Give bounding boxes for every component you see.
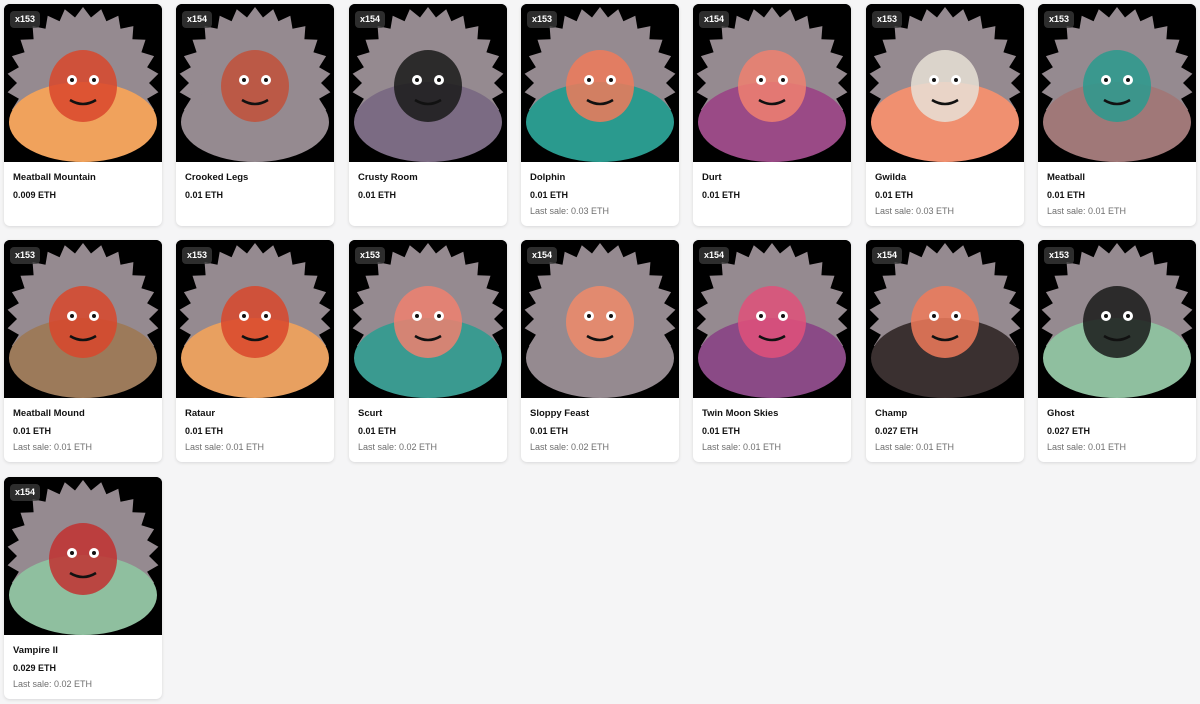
item-name: Champ	[875, 408, 908, 419]
last-sale: Last sale: 0.02 ETH	[358, 442, 438, 452]
item-name: Vampire II	[13, 645, 58, 656]
nft-card[interactable]: x153 Rataur 0.01 ETH Last sale: 0.01 ETH	[176, 240, 334, 462]
edition-count-badge: x153	[527, 11, 558, 28]
item-price: 0.027 ETH	[1047, 426, 1091, 436]
item-name: Scurt	[358, 408, 383, 419]
edition-count-badge: x154	[10, 484, 41, 501]
item-name: Rataur	[185, 408, 216, 419]
item-price: 0.009 ETH	[13, 190, 57, 200]
item-name: Twin Moon Skies	[702, 408, 779, 419]
item-price: 0.01 ETH	[358, 190, 397, 200]
item-price: 0.01 ETH	[358, 426, 397, 436]
nft-card[interactable]: x154 Sloppy Feast 0.01 ETH Last sale: 0.02 …	[521, 240, 679, 462]
edition-count-badge: x154	[182, 11, 213, 28]
edition-count-badge: x153	[355, 247, 386, 264]
edition-count-badge: x154	[699, 11, 730, 28]
edition-count-badge: x153	[10, 11, 41, 28]
item-name: Durt	[702, 172, 722, 183]
last-sale: Last sale: 0.01 ETH	[13, 442, 93, 452]
nft-card[interactable]: x154 Durt 0.01 ETH	[693, 4, 851, 226]
last-sale: Last sale: 0.03 ETH	[530, 206, 610, 216]
nft-card[interactable]: x153 Meatball Mound 0.01 ETH Last sale: 0.0…	[4, 240, 162, 462]
last-sale: Last sale: 0.01 ETH	[702, 442, 782, 452]
item-price: 0.029 ETH	[13, 663, 57, 673]
edition-count-badge: x153	[10, 247, 41, 264]
nft-card[interactable]: x154 Crooked Legs 0.01 ETH	[176, 4, 334, 226]
item-name: Crooked Legs	[185, 172, 249, 183]
collection-grid: x153 Meatball Mountain 0.009 ETH x154 Crooke…	[0, 0, 1200, 704]
item-price: 0.027 ETH	[875, 426, 919, 436]
last-sale: Last sale: 0.02 ETH	[530, 442, 610, 452]
nft-card[interactable]: x153 Scurt 0.01 ETH Last sale: 0.02 ETH	[349, 240, 507, 462]
nft-card[interactable]: x154 Vampire II 0.029 ETH Last sale: 0.02 E…	[4, 477, 162, 699]
last-sale: Last sale: 0.01 ETH	[1047, 442, 1127, 452]
last-sale: Last sale: 0.01 ETH	[185, 442, 265, 452]
edition-count-badge: x153	[1044, 11, 1075, 28]
item-name: Meatball	[1047, 172, 1086, 183]
nft-card[interactable]: x153 Dolphin 0.01 ETH Last sale: 0.03 ETH	[521, 4, 679, 226]
item-price: 0.01 ETH	[185, 426, 224, 436]
item-price: 0.01 ETH	[702, 426, 741, 436]
item-name: Meatball Mound	[13, 408, 85, 419]
last-sale: Last sale: 0.01 ETH	[1047, 206, 1127, 216]
nft-card[interactable]: x154 Twin Moon Skies 0.01 ETH Last sale: 0.…	[693, 240, 851, 462]
edition-count-badge: x153	[872, 11, 903, 28]
nft-card[interactable]: x154 Champ 0.027 ETH Last sale: 0.01 ETH	[866, 240, 1024, 462]
nft-card[interactable]: x153 Meatball 0.01 ETH Last sale: 0.01 ETH	[1038, 4, 1196, 226]
item-name: Meatball Mountain	[13, 172, 96, 183]
last-sale: Last sale: 0.02 ETH	[13, 679, 93, 689]
last-sale: Last sale: 0.03 ETH	[875, 206, 955, 216]
item-name: Sloppy Feast	[530, 408, 590, 419]
item-name: Ghost	[1047, 408, 1075, 419]
item-price: 0.01 ETH	[530, 190, 569, 200]
item-price: 0.01 ETH	[702, 190, 741, 200]
edition-count-badge: x154	[872, 247, 903, 264]
last-sale: Last sale: 0.01 ETH	[875, 442, 955, 452]
item-price: 0.01 ETH	[875, 190, 914, 200]
edition-count-badge: x154	[699, 247, 730, 264]
item-price: 0.01 ETH	[1047, 190, 1086, 200]
edition-count-badge: x154	[355, 11, 386, 28]
edition-count-badge: x153	[1044, 247, 1075, 264]
item-price: 0.01 ETH	[13, 426, 52, 436]
item-price: 0.01 ETH	[185, 190, 224, 200]
item-price: 0.01 ETH	[530, 426, 569, 436]
edition-count-badge: x153	[182, 247, 213, 264]
item-name: Crusty Room	[358, 172, 418, 183]
nft-card[interactable]: x153 Meatball Mountain 0.009 ETH	[4, 4, 162, 226]
nft-card[interactable]: x154 Crusty Room 0.01 ETH	[349, 4, 507, 226]
nft-card[interactable]: x153 Ghost 0.027 ETH Last sale: 0.01 ETH	[1038, 240, 1196, 462]
item-name: Dolphin	[530, 172, 566, 183]
edition-count-badge: x154	[527, 247, 558, 264]
nft-card[interactable]: x153 Gwilda 0.01 ETH Last sale: 0.03 ETH	[866, 4, 1024, 226]
item-name: Gwilda	[875, 172, 907, 183]
